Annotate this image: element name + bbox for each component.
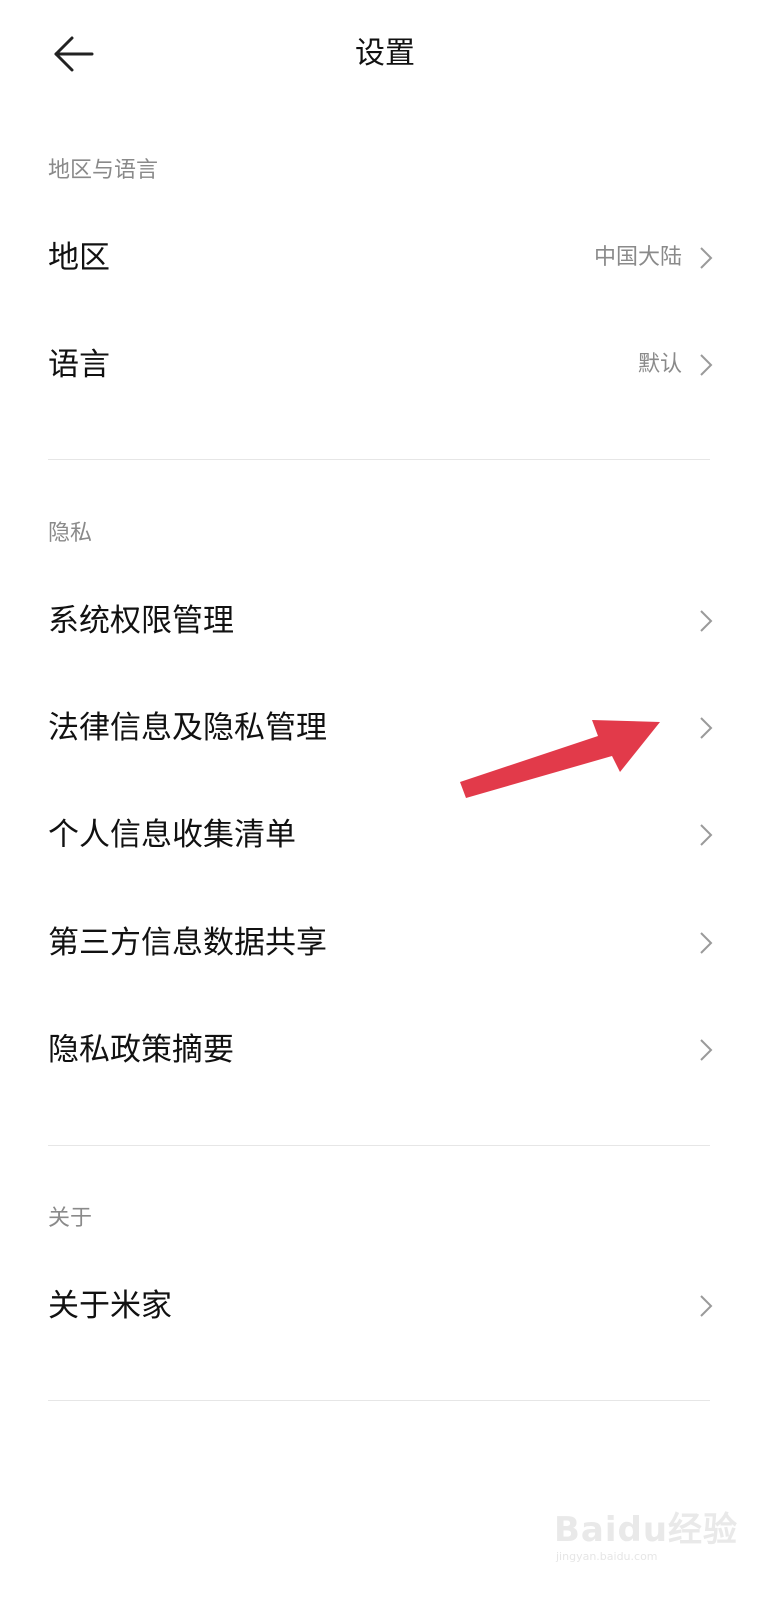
chevron-right-icon: [700, 1039, 713, 1061]
section-divider: [48, 459, 710, 460]
watermark-url: jingyan.baidu.com: [556, 1550, 658, 1563]
row-value: 默认: [637, 352, 682, 377]
settings-row-legal-privacy[interactable]: 法律信息及隐私管理: [0, 683, 770, 773]
settings-row-about-mijia[interactable]: 关于米家: [0, 1261, 770, 1351]
settings-row-third-party-sharing[interactable]: 第三方信息数据共享: [0, 898, 770, 988]
section-label-region-language: 地区与语言: [48, 158, 159, 183]
settings-row-language[interactable]: 语言 默认: [0, 320, 770, 410]
section-divider: [48, 1145, 710, 1146]
chevron-right-icon: [700, 824, 713, 846]
chevron-right-icon: [700, 717, 713, 739]
section-label-privacy: 隐私: [48, 521, 93, 546]
row-label: 法律信息及隐私管理: [48, 710, 327, 746]
row-label: 语言: [48, 347, 110, 383]
chevron-right-icon: [700, 1295, 713, 1317]
section-label-about: 关于: [48, 1206, 93, 1231]
chevron-right-icon: [700, 247, 713, 269]
row-label: 隐私政策摘要: [48, 1032, 234, 1068]
row-label: 第三方信息数据共享: [48, 925, 327, 961]
row-label: 系统权限管理: [48, 603, 234, 639]
watermark-logo: Baidu经验: [554, 1510, 739, 1550]
chevron-right-icon: [700, 354, 713, 376]
row-value: 中国大陆: [593, 245, 682, 270]
row-label: 个人信息收集清单: [48, 817, 296, 853]
row-label: 关于米家: [48, 1288, 172, 1324]
chevron-right-icon: [700, 932, 713, 954]
watermark: Baidu经验 jingyan.baidu.com: [554, 1510, 737, 1570]
settings-row-privacy-summary[interactable]: 隐私政策摘要: [0, 1005, 770, 1095]
settings-row-system-permissions[interactable]: 系统权限管理: [0, 576, 770, 666]
section-divider: [48, 1400, 710, 1401]
page-title: 设置: [355, 36, 415, 71]
top-bar: 设置: [0, 0, 770, 110]
chevron-right-icon: [700, 610, 713, 632]
settings-row-region[interactable]: 地区 中国大陆: [0, 213, 770, 303]
settings-row-personal-info-list[interactable]: 个人信息收集清单: [0, 790, 770, 880]
row-label: 地区: [48, 240, 110, 276]
